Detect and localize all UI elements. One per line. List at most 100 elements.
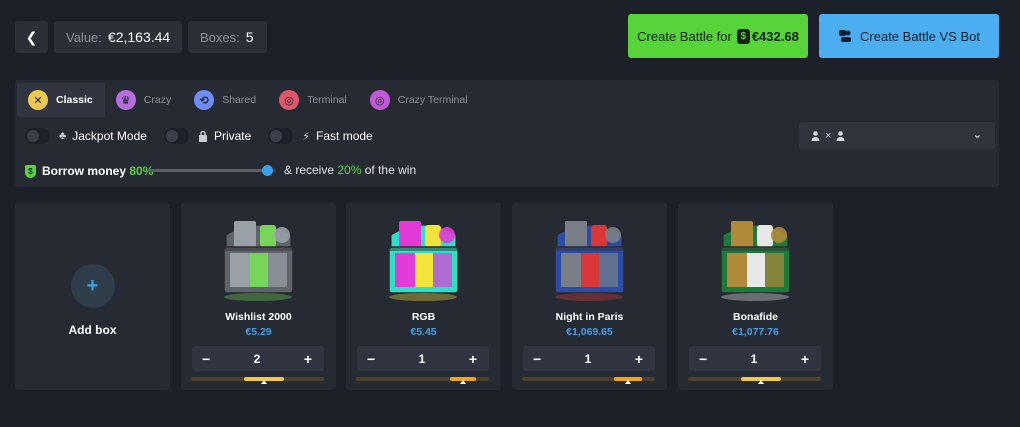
tab-label: Terminal [307, 94, 347, 106]
tab-classic[interactable]: ✕ Classic [17, 83, 105, 117]
boxes-count: 5 [245, 29, 254, 45]
value-amount: €2,163.44 [107, 29, 171, 45]
create-battle-label: Create Battle for [637, 28, 732, 44]
coin-shield-icon: $ [736, 28, 750, 44]
lightning-icon: ⚡ [302, 130, 311, 143]
plus-icon: + [70, 264, 115, 308]
risk-bar [356, 377, 489, 384]
target-icon: ◎ [279, 90, 300, 110]
risk-marker-icon [758, 380, 765, 384]
risk-bar [522, 377, 655, 384]
quantity-stepper: − 1 + [523, 346, 655, 371]
quantity-value: 1 [418, 351, 426, 366]
case-card[interactable]: RGB €5.45 − 1 + [346, 203, 501, 390]
quantity-value: 1 [750, 351, 758, 366]
add-box-label: Add box [68, 323, 117, 337]
borrow-label: Borrow money [42, 164, 127, 178]
bot-button-label: Create Battle VS Bot [860, 28, 980, 44]
fast-mode-toggle[interactable] [268, 128, 294, 144]
mode-tabs: ✕ Classic ♛ Crazy ⟲ Shared ◎ Terminal ◎ … [17, 83, 480, 117]
create-battle-button[interactable]: Create Battle for $ €432.68 [628, 14, 808, 58]
swords-icon: ✕ [28, 90, 48, 110]
tab-crazy-terminal[interactable]: ◎ Crazy Terminal [359, 83, 480, 117]
decrement-button[interactable]: − [533, 351, 541, 367]
crown-icon: ♛ [115, 90, 136, 110]
receive-text: & receive 20% of the win [284, 163, 416, 177]
receive-suffix: of the win [364, 163, 417, 177]
boxes-display: Boxes: 5 [188, 21, 267, 53]
case-card[interactable]: Bonafide €1,077.76 − 1 + [678, 203, 833, 390]
private-label: Private [213, 129, 252, 143]
case-name: RGB [411, 311, 436, 323]
quantity-stepper: − 2 + [192, 346, 324, 371]
case-image [720, 221, 791, 301]
value-display: Value: €2,163.44 [54, 21, 182, 53]
case-card[interactable]: Wishlist 2000 €5.29 − 2 + [181, 203, 336, 390]
quantity-stepper: − 1 + [689, 346, 821, 371]
back-button[interactable]: ❮ [15, 21, 48, 53]
risk-marker-icon [460, 380, 467, 384]
decrement-button[interactable]: − [699, 351, 707, 367]
fast-mode-option: ⚡ Fast mode [268, 128, 373, 144]
case-card[interactable]: Night in Paris €1,069.65 − 1 + [512, 203, 667, 390]
tab-label: Classic [56, 94, 93, 106]
players-select[interactable]: × ⌄ [799, 122, 995, 149]
tab-shared[interactable]: ⟲ Shared [183, 83, 268, 117]
risk-marker-icon [624, 380, 631, 384]
value-label: Value: [66, 29, 102, 45]
create-battle-vs-bot-button[interactable]: Create Battle VS Bot [819, 14, 999, 58]
receive-prefix: & receive [284, 163, 335, 177]
private-toggle[interactable] [163, 128, 189, 144]
receive-percent: 20% [337, 163, 362, 177]
create-battle-price: €432.68 [751, 28, 799, 44]
risk-bar [191, 377, 324, 384]
boxes-label: Boxes: [200, 29, 240, 45]
crazy-target-icon: ◎ [369, 90, 390, 110]
increment-button[interactable]: + [469, 351, 477, 367]
jackpot-mode-label: Jackpot Mode [72, 129, 147, 143]
fast-mode-label: Fast mode [316, 129, 373, 143]
case-name: Night in Paris [555, 311, 624, 323]
jackpot-mode-toggle[interactable] [25, 128, 50, 144]
quantity-value: 2 [253, 351, 261, 366]
player-icon [811, 130, 820, 141]
risk-bar [688, 377, 821, 384]
shield-icon: $ [25, 164, 36, 178]
lock-icon [198, 130, 207, 142]
shared-icon: ⟲ [194, 90, 215, 110]
risk-marker-icon [261, 380, 268, 384]
case-name: Bonafide [733, 311, 778, 323]
increment-button[interactable]: + [635, 351, 643, 367]
case-image [223, 221, 294, 301]
borrow-slider-fill [148, 169, 269, 172]
tab-label: Shared [222, 94, 257, 106]
add-box-button[interactable]: + Add box [15, 203, 170, 390]
case-image [388, 221, 459, 301]
case-price: €5.45 [410, 326, 437, 338]
decrement-button[interactable]: − [202, 351, 210, 367]
quantity-value: 1 [584, 351, 592, 366]
decrement-button[interactable]: − [367, 351, 375, 367]
options-row: ♣ Jackpot Mode Private ⚡ Fast mode [25, 124, 390, 148]
tab-crazy[interactable]: ♛ Crazy [105, 83, 183, 117]
tab-terminal[interactable]: ◎ Terminal [268, 83, 359, 117]
chevron-left-icon: ❮ [25, 28, 38, 45]
chevron-down-icon: ⌄ [972, 129, 982, 141]
tab-label: Crazy [143, 94, 172, 106]
increment-button[interactable]: + [304, 351, 312, 367]
players-separator: × [825, 129, 832, 142]
private-option: Private [163, 128, 252, 144]
bot-icon [839, 30, 852, 42]
player-icon [836, 130, 845, 141]
increment-button[interactable]: + [801, 351, 809, 367]
case-name: Wishlist 2000 [225, 311, 292, 323]
case-price: €1,077.76 [732, 326, 779, 338]
cherries-icon: ♣ [59, 130, 67, 142]
borrow-row: $ Borrow money 80% [25, 162, 153, 180]
case-price: €1,069.65 [566, 326, 613, 338]
case-image [554, 221, 625, 301]
tab-label: Crazy Terminal [397, 94, 468, 106]
case-price: €5.29 [245, 326, 272, 338]
quantity-stepper: − 1 + [357, 346, 489, 371]
jackpot-mode-option: ♣ Jackpot Mode [25, 128, 147, 144]
